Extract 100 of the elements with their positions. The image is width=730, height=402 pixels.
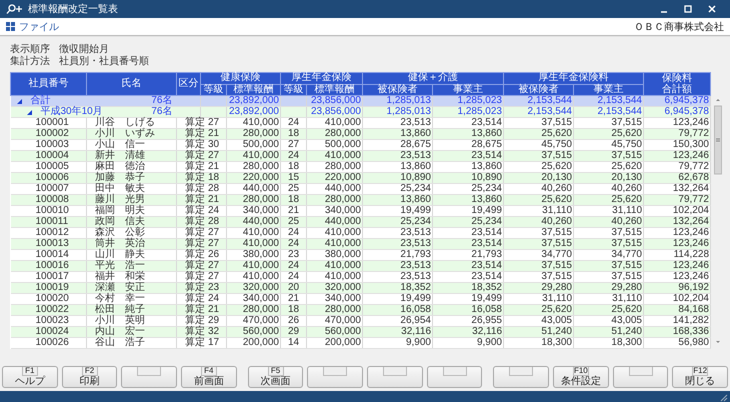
table-cell: 21: [208, 195, 220, 205]
collapse-icon[interactable]: [26, 110, 32, 114]
table-cell: 算定: [185, 118, 205, 128]
condition-label: 表示順序: [10, 44, 51, 55]
table-cell: 100022: [36, 305, 69, 315]
table-cell: 山川 静夫: [95, 250, 145, 260]
table-cell: 25,620: [541, 162, 572, 172]
table-cell: 算定: [185, 316, 205, 326]
table-cell: 27: [288, 140, 300, 150]
window-title: 標準報酬改定一覧表: [28, 2, 118, 16]
table-cell: 24: [288, 151, 300, 161]
table-cell: 18,352: [400, 283, 431, 293]
table-cell: 500,000: [324, 140, 361, 150]
table-cell: 410,000: [324, 228, 361, 238]
close-icon[interactable]: [708, 5, 716, 13]
table-cell: 34,770: [611, 250, 642, 260]
table-cell: 21,793: [400, 250, 431, 260]
maximize-icon[interactable]: [684, 5, 692, 13]
table-cell: 37,515: [541, 228, 572, 238]
function-key-button[interactable]: [367, 366, 423, 388]
column-header: 社員番号: [10, 72, 86, 96]
function-key-button[interactable]: F5 次画面: [248, 366, 304, 388]
table-cell: 410,000: [242, 261, 279, 271]
function-key-button[interactable]: [612, 366, 668, 388]
table-cell: 26: [288, 316, 300, 326]
function-key-button[interactable]: F4 前画面: [181, 366, 237, 388]
table-cell: 25,620: [541, 305, 572, 315]
collapse-icon[interactable]: [16, 98, 22, 104]
grid-icon: [6, 22, 15, 31]
table-cell: 2,153,544: [598, 96, 642, 106]
table-cell: 200,000: [242, 338, 279, 348]
table-cell: 123,246: [672, 272, 709, 282]
table-cell: 田中 敏夫: [95, 184, 145, 194]
table-cell: 20,130: [541, 173, 572, 183]
table-cell: 20,130: [611, 173, 642, 183]
table-cell: 6,945,378: [664, 96, 709, 106]
function-key-button[interactable]: [121, 366, 178, 388]
table-cell: 1,285,013: [386, 107, 431, 117]
column-header: 被保険者: [362, 84, 432, 96]
table-cell: 24: [288, 118, 300, 128]
table-cell: 18: [288, 162, 300, 172]
table-cell: 440,000: [324, 217, 361, 227]
table-cell: 100002: [36, 129, 69, 139]
table-cell: 40,260: [541, 184, 572, 194]
table-cell: 25,234: [400, 217, 431, 227]
table-cell: 25: [288, 184, 300, 194]
table-cell: 380,000: [324, 250, 361, 260]
table-cell: 132,264: [672, 184, 709, 194]
table-cell: 410,000: [324, 118, 361, 128]
table-cell: 28,675: [471, 140, 502, 150]
table-cell: 31,110: [542, 294, 572, 304]
table-cell: 280,000: [242, 129, 279, 139]
table-cell: 340,000: [242, 206, 279, 216]
table-cell: 500,000: [242, 140, 279, 150]
table-cell: 40,260: [611, 217, 642, 227]
table-cell: 10,890: [471, 173, 502, 183]
table-cell: 森沢 公彰: [95, 228, 145, 238]
table-cell: 280,000: [324, 129, 361, 139]
table-cell: 410,000: [242, 151, 279, 161]
function-key-button[interactable]: F2 印刷: [62, 366, 118, 388]
column-header: 厚生年金保険: [280, 72, 362, 84]
table-cell: 算定: [185, 305, 205, 315]
table-cell: 今村 幸一: [95, 294, 145, 304]
function-key-button[interactable]: F10 条件設定: [553, 366, 609, 388]
table-cell: 27: [208, 239, 220, 249]
table-cell: 19,499: [400, 294, 431, 304]
table-cell: 算定: [185, 162, 205, 172]
file-menu[interactable]: ファイル: [6, 20, 59, 34]
table-cell: 56,980: [678, 338, 709, 348]
table-cell: 算定: [185, 217, 205, 227]
table-cell: 100023: [36, 316, 69, 326]
function-key-button[interactable]: F12 閉じる: [672, 366, 728, 388]
function-key-button[interactable]: [493, 366, 550, 388]
table-cell: 小川 英明: [95, 316, 145, 326]
table-cell: 25,620: [611, 162, 642, 172]
table-cell: 算定: [185, 129, 205, 139]
table-cell: 18: [208, 173, 220, 183]
table-cell: 算定: [185, 184, 205, 194]
table-cell: 小山 信一: [95, 140, 145, 150]
column-header: 標準報酬: [226, 84, 280, 96]
table-cell: 27: [208, 151, 220, 161]
table-cell: 9,900: [406, 338, 431, 348]
function-key-button[interactable]: [426, 366, 482, 388]
function-key-button[interactable]: F1 ヘルプ: [2, 366, 58, 388]
table-cell: 算定: [185, 151, 205, 161]
table-cell: 45,750: [541, 140, 572, 150]
table-cell: 24: [288, 228, 300, 238]
table-cell: 37,515: [541, 261, 572, 271]
table-cell: 2,153,544: [528, 107, 572, 117]
table-cell: 20: [288, 283, 300, 293]
table-cell: 算定: [185, 250, 205, 260]
table-cell: 18,352: [471, 283, 502, 293]
condition-value: 徴収開始月: [59, 44, 109, 55]
function-key-button[interactable]: [307, 366, 364, 388]
table-cell: 16,058: [400, 305, 431, 315]
resize-grip-icon[interactable]: [720, 394, 728, 402]
table-cell: 100012: [36, 228, 69, 238]
table-cell: 37,515: [541, 239, 572, 249]
table-cell: 川谷 しげる: [95, 118, 155, 128]
table-cell: 1,285,023: [458, 107, 502, 117]
